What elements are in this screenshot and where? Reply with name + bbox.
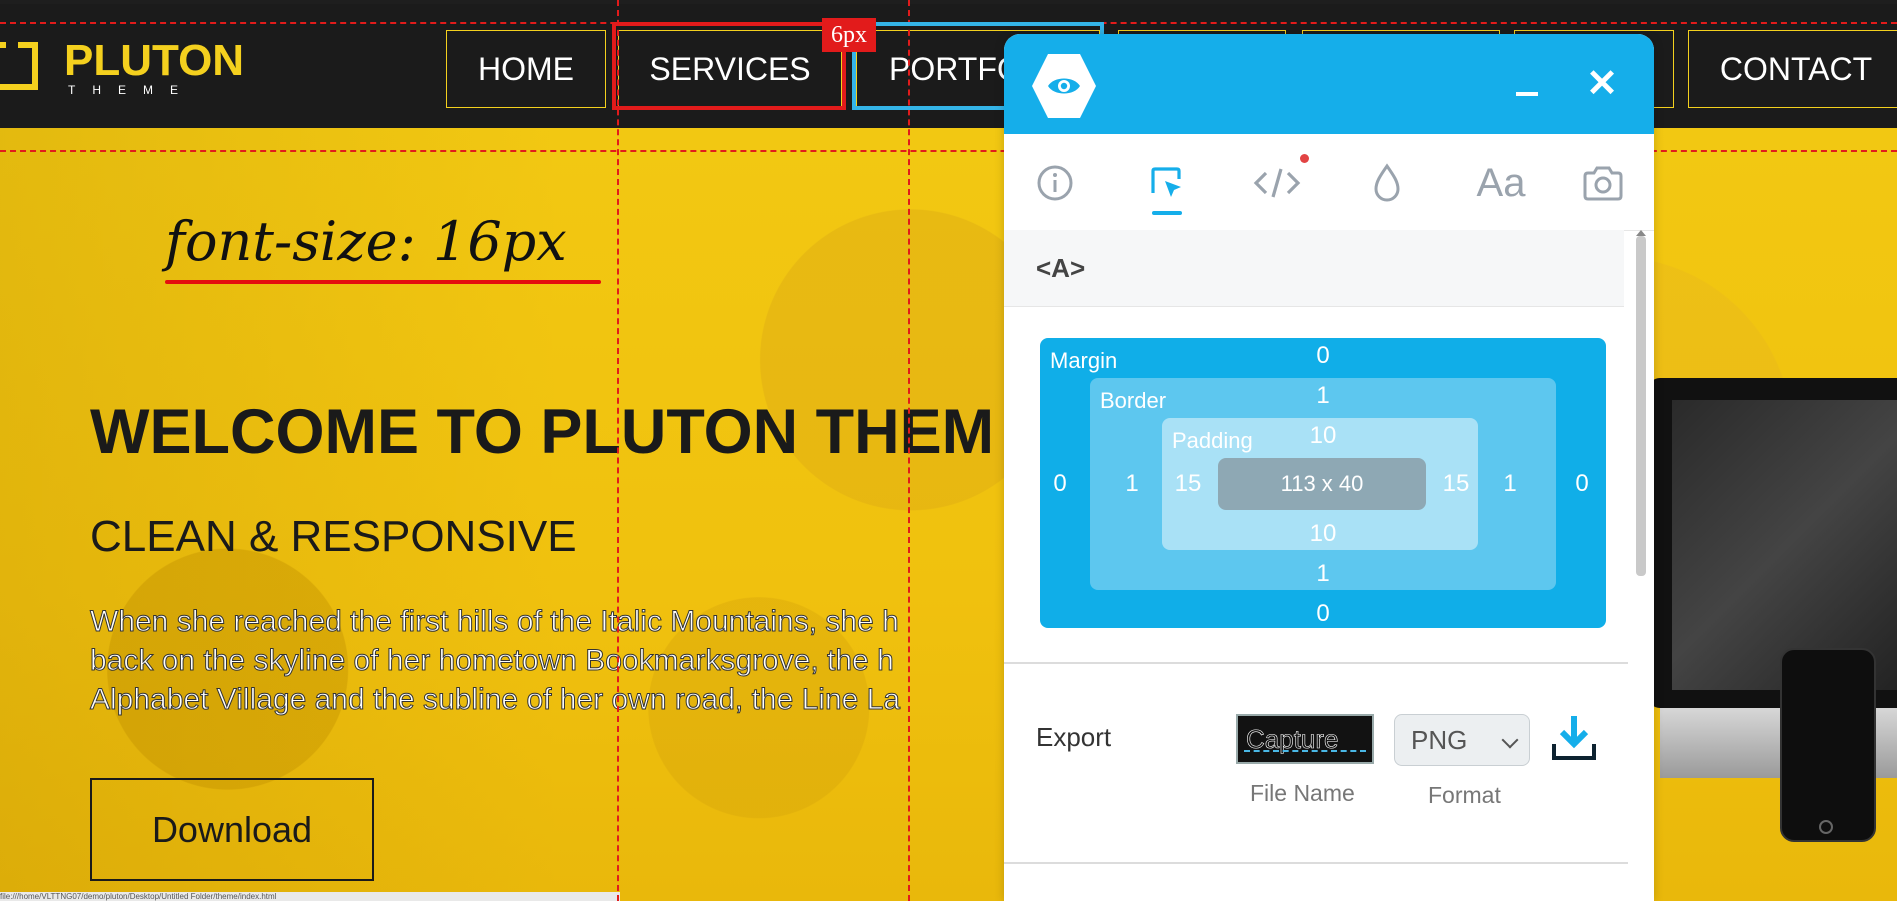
hero-paragraph: When she reached the first hills of the … [90, 602, 1010, 719]
margin-top: 0 [1316, 342, 1330, 369]
selected-tag: <A> [1036, 253, 1086, 283]
download-icon[interactable] [1550, 712, 1598, 764]
section-divider [1004, 862, 1628, 864]
color-drop-icon[interactable] [1360, 158, 1414, 208]
scroll-up-arrow-icon[interactable] [1636, 230, 1646, 236]
selector-icon[interactable] [1140, 158, 1194, 208]
typography-icon[interactable]: Aa [1466, 158, 1536, 208]
code-icon[interactable] [1250, 158, 1304, 208]
section-divider [1004, 662, 1628, 664]
font-size-annotation: font-size: 16px [165, 210, 567, 273]
box-model-content-size: 113 x 40 [1218, 458, 1426, 510]
logo-subtitle: THEME [68, 83, 195, 97]
hero-paragraph-line: Alphabet Village and the subline of her … [90, 683, 901, 717]
phone-image [1780, 648, 1876, 842]
inspector-panel: ✕ Aa <A> 113 x 40 Margin Border Padding … [1004, 34, 1654, 901]
info-icon[interactable] [1028, 158, 1082, 208]
padding-right: 15 [1442, 470, 1470, 497]
border-right: 1 [1503, 470, 1517, 497]
hero-paragraph-line: When she reached the first hills of the … [90, 605, 900, 639]
annotation-underline [165, 280, 601, 284]
guide-line-vertical [617, 0, 619, 901]
minimize-icon[interactable] [1516, 92, 1538, 96]
margin-label: Margin [1050, 348, 1118, 373]
hero-title: WELCOME TO PLUTON THEM [90, 397, 995, 467]
nav-home[interactable]: HOME [446, 30, 606, 108]
file-name-focus-underline [1244, 750, 1366, 752]
border-label: Border [1100, 388, 1167, 413]
selected-element-outline [612, 22, 846, 110]
margin-left: 0 [1053, 470, 1067, 497]
border-top: 1 [1316, 382, 1330, 409]
nav-contact[interactable]: CONTACT [1688, 30, 1897, 108]
camera-icon[interactable] [1576, 158, 1630, 208]
inspector-header[interactable]: ✕ [1004, 34, 1654, 134]
selected-tag-row: <A> [1004, 230, 1624, 307]
padding-label: Padding [1172, 428, 1253, 453]
border-bottom: 1 [1316, 560, 1330, 587]
monitor-screen [1672, 400, 1897, 690]
spacing-badge: 6px [822, 18, 876, 52]
margin-right: 0 [1575, 470, 1589, 497]
close-icon[interactable]: ✕ [1582, 64, 1622, 104]
logo-mark-icon[interactable] [0, 42, 38, 90]
guide-line-vertical [908, 0, 910, 901]
logo-title[interactable]: PLUTON [64, 36, 244, 86]
notification-dot [1300, 154, 1309, 163]
padding-bottom: 10 [1309, 520, 1337, 547]
status-bar-url: file:///home/VLTTNG07/demo/pluton/Deskto… [0, 892, 620, 901]
margin-bottom: 0 [1316, 600, 1330, 627]
export-label: Export [1036, 722, 1112, 752]
screen: PLUTON THEME HOME SERVICES PORTFC CONTAC… [0, 0, 1897, 901]
hero-paragraph-line: back on the skyline of her hometown Book… [90, 644, 895, 678]
format-caption: Format [1428, 782, 1501, 808]
padding-top: 10 [1309, 422, 1337, 449]
active-tab-indicator [1152, 211, 1182, 215]
inspector-tabs: Aa [1004, 134, 1654, 231]
hero-subtitle: CLEAN & RESPONSIVE [90, 512, 577, 561]
panel-scrollbar[interactable] [1636, 236, 1646, 576]
file-name-caption: File Name [1250, 780, 1355, 806]
file-name-input[interactable]: Capture [1236, 714, 1374, 764]
download-button[interactable]: Download [90, 778, 374, 881]
eye-icon [1032, 54, 1096, 118]
typography-label: Aa [1476, 160, 1526, 205]
phone-home-button [1819, 820, 1833, 834]
padding-left: 15 [1174, 470, 1202, 497]
border-left: 1 [1125, 470, 1139, 497]
